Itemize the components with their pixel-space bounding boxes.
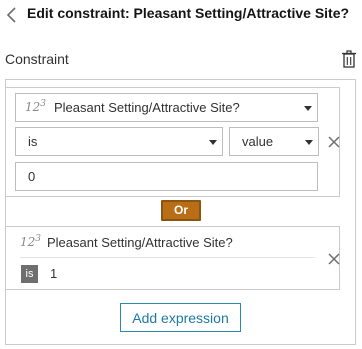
chevron-down-icon bbox=[305, 140, 313, 145]
section-label: Constraint bbox=[5, 51, 69, 67]
operator-select[interactable]: is bbox=[15, 127, 223, 156]
panel-title: Edit constraint: Pleasant Setting/Attrac… bbox=[27, 5, 350, 21]
number-field-icon: 123 bbox=[25, 99, 47, 114]
add-expression-button[interactable]: Add expression bbox=[120, 303, 241, 332]
panel-header: Edit constraint: Pleasant Setting/Attrac… bbox=[0, 0, 362, 30]
value-input[interactable] bbox=[15, 162, 318, 191]
expression-summary-value: 1 bbox=[50, 266, 58, 281]
remove-expression-close-icon[interactable] bbox=[327, 252, 341, 266]
chevron-down-icon bbox=[209, 140, 217, 145]
trash-icon[interactable] bbox=[341, 50, 357, 68]
chevron-down-icon bbox=[304, 106, 312, 111]
expression-summary-field: Pleasant Setting/Attractive Site? bbox=[47, 235, 233, 250]
number-field-icon: 123 bbox=[20, 234, 42, 249]
field-select-value: Pleasant Setting/Attractive Site? bbox=[54, 100, 240, 115]
value-type-select[interactable]: value bbox=[229, 127, 319, 156]
operator-badge: is bbox=[21, 265, 38, 283]
divider bbox=[20, 257, 315, 258]
back-chevron-icon[interactable] bbox=[4, 5, 18, 25]
operator-select-value: is bbox=[28, 134, 38, 149]
remove-expression-close-icon[interactable] bbox=[327, 135, 341, 149]
field-select[interactable]: 123 Pleasant Setting/Attractive Site? bbox=[15, 93, 318, 122]
or-button[interactable]: Or bbox=[161, 200, 201, 221]
value-type-select-value: value bbox=[242, 134, 274, 149]
